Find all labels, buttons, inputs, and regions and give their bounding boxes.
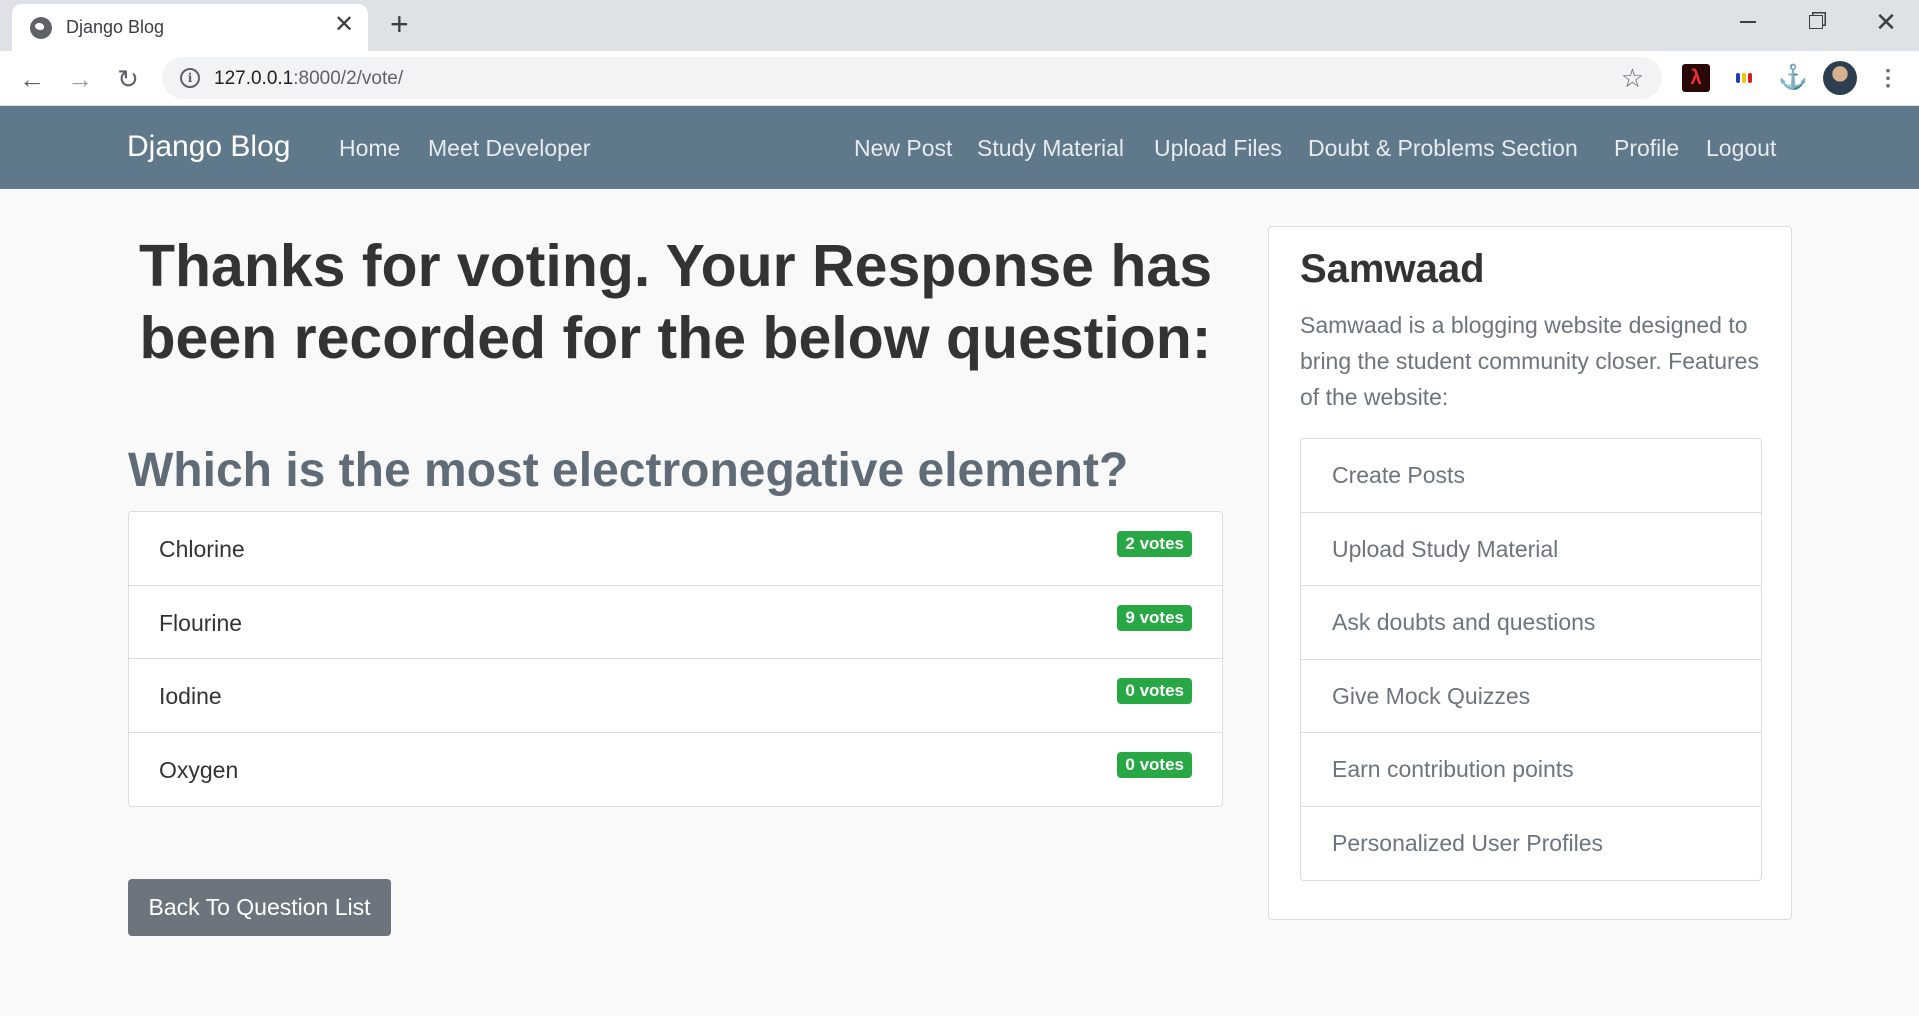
brand-link[interactable]: Django Blog xyxy=(127,130,290,164)
bookmark-star-icon[interactable]: ☆ xyxy=(1621,63,1644,94)
close-window-button[interactable]: ✕ xyxy=(1856,6,1916,38)
globe-icon xyxy=(30,17,52,39)
nav-link-meet-developer[interactable]: Meet Developer xyxy=(428,135,590,162)
browser-toolbar: ← → ↻ i 127.0.0.1:8000/2/vote/ ☆ λ ⚓ ⋮ xyxy=(0,51,1919,106)
restore-button[interactable] xyxy=(1786,6,1846,38)
choice-list: Chlorine 2 votes Flourine 9 votes Iodine… xyxy=(128,511,1223,807)
choice-item: Flourine 9 votes xyxy=(129,586,1222,659)
nav-link-home[interactable]: Home xyxy=(339,135,400,162)
back-arrow-icon[interactable]: ← xyxy=(14,61,50,97)
reload-icon[interactable]: ↻ xyxy=(110,61,146,97)
choice-item: Oxygen 0 votes xyxy=(129,733,1222,807)
color-extension-icon[interactable] xyxy=(1730,64,1758,92)
browser-tab[interactable]: Django Blog ✕ xyxy=(12,4,368,51)
choice-item: Chlorine 2 votes xyxy=(129,512,1222,586)
browser-tab-strip: Django Blog ✕ + ✕ xyxy=(0,0,1919,51)
vote-count-badge: 0 votes xyxy=(1117,678,1192,704)
minimize-icon xyxy=(1740,21,1756,23)
choice-label: Chlorine xyxy=(159,536,245,562)
nav-link-study-material[interactable]: Study Material xyxy=(977,135,1124,162)
feature-item: Give Mock Quizzes xyxy=(1301,660,1761,733)
nav-link-profile[interactable]: Profile xyxy=(1614,135,1679,162)
profile-avatar[interactable] xyxy=(1823,61,1857,95)
choice-label: Oxygen xyxy=(159,756,239,783)
vote-count-badge: 9 votes xyxy=(1117,604,1192,631)
choice-label: Iodine xyxy=(159,683,222,709)
close-tab-icon[interactable]: ✕ xyxy=(334,13,354,37)
url-text: 127.0.0.1:8000/2/vote/ xyxy=(214,68,403,90)
info-icon[interactable]: i xyxy=(180,68,200,88)
restore-icon xyxy=(1809,15,1823,29)
forward-arrow-icon[interactable]: → xyxy=(62,61,98,97)
address-bar[interactable]: i 127.0.0.1:8000/2/vote/ ☆ xyxy=(162,57,1662,99)
minimize-button[interactable] xyxy=(1718,6,1778,38)
tab-title: Django Blog xyxy=(66,17,165,37)
new-tab-button[interactable]: + xyxy=(390,8,409,40)
page-title: Thanks for voting. Your Response has bee… xyxy=(138,233,1213,371)
feature-item: Ask doubts and questions xyxy=(1301,586,1761,660)
choice-item: Iodine 0 votes xyxy=(129,659,1222,733)
sidebar-title: Samwaad xyxy=(1300,247,1485,291)
question-text: Which is the most electronegative elemen… xyxy=(128,444,1129,497)
extensions-puzzle-icon[interactable]: ⚓ xyxy=(1778,64,1808,92)
url-path: :8000/2/vote/ xyxy=(293,68,404,89)
site-navbar: Django Blog Home Meet Developer New Post… xyxy=(0,106,1919,189)
pdf-extension-icon[interactable]: λ xyxy=(1682,64,1710,92)
feature-list: Create Posts Upload Study Material Ask d… xyxy=(1300,438,1762,881)
sidebar-card: Samwaad Samwaad is a blogging website de… xyxy=(1268,226,1792,920)
nav-link-new-post[interactable]: New Post xyxy=(854,135,952,162)
nav-link-doubt-problems[interactable]: Doubt & Problems Section xyxy=(1308,135,1578,162)
feature-item: Personalized User Profiles xyxy=(1332,829,1604,856)
sidebar-description: Samwaad is a blogging website designed t… xyxy=(1300,312,1759,410)
nav-link-upload-files[interactable]: Upload Files xyxy=(1154,135,1282,162)
browser-menu-icon[interactable]: ⋮ xyxy=(1874,64,1902,92)
vote-count-badge: 2 votes xyxy=(1117,531,1192,557)
url-host: 127.0.0.1 xyxy=(214,68,294,89)
nav-link-logout[interactable]: Logout xyxy=(1706,135,1776,162)
feature-item: Create Posts xyxy=(1301,439,1761,513)
feature-item: Earn contribution points xyxy=(1301,733,1761,807)
back-to-question-list-button[interactable]: Back To Question List xyxy=(128,879,391,936)
choice-label: Flourine xyxy=(159,609,243,636)
feature-item: Upload Study Material xyxy=(1301,513,1761,586)
vote-count-badge: 0 votes xyxy=(1117,751,1192,778)
